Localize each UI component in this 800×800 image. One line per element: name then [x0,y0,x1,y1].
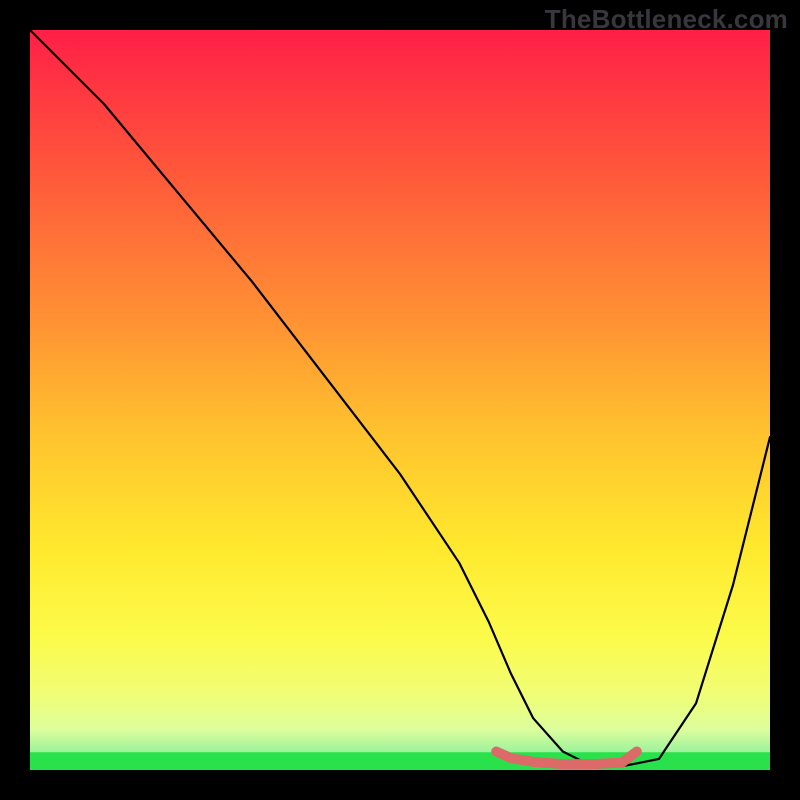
chart-svg [30,30,770,770]
watermark-text: TheBottleneck.com [545,4,788,35]
chart-container: TheBottleneck.com [0,0,800,800]
plot-area [30,30,770,770]
